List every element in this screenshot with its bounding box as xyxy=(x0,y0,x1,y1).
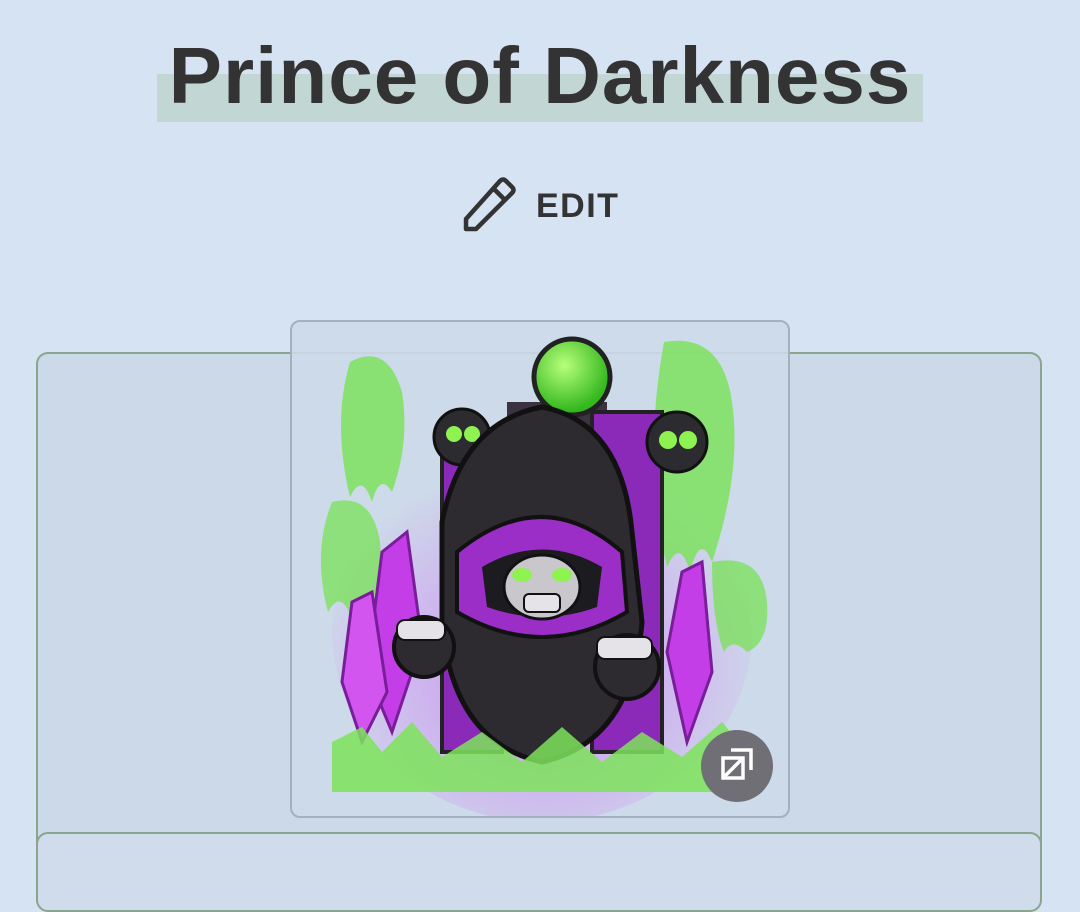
edit-label: EDIT xyxy=(536,187,620,225)
expand-image-button[interactable] xyxy=(701,730,773,802)
page-title: Prince of Darkness xyxy=(156,30,924,122)
infobox-panel-next xyxy=(36,832,1042,912)
pencil-icon xyxy=(460,175,518,238)
edit-button[interactable]: EDIT xyxy=(460,175,619,238)
title-container: Prince of Darkness xyxy=(0,30,1080,122)
expand-image-icon xyxy=(719,746,755,787)
